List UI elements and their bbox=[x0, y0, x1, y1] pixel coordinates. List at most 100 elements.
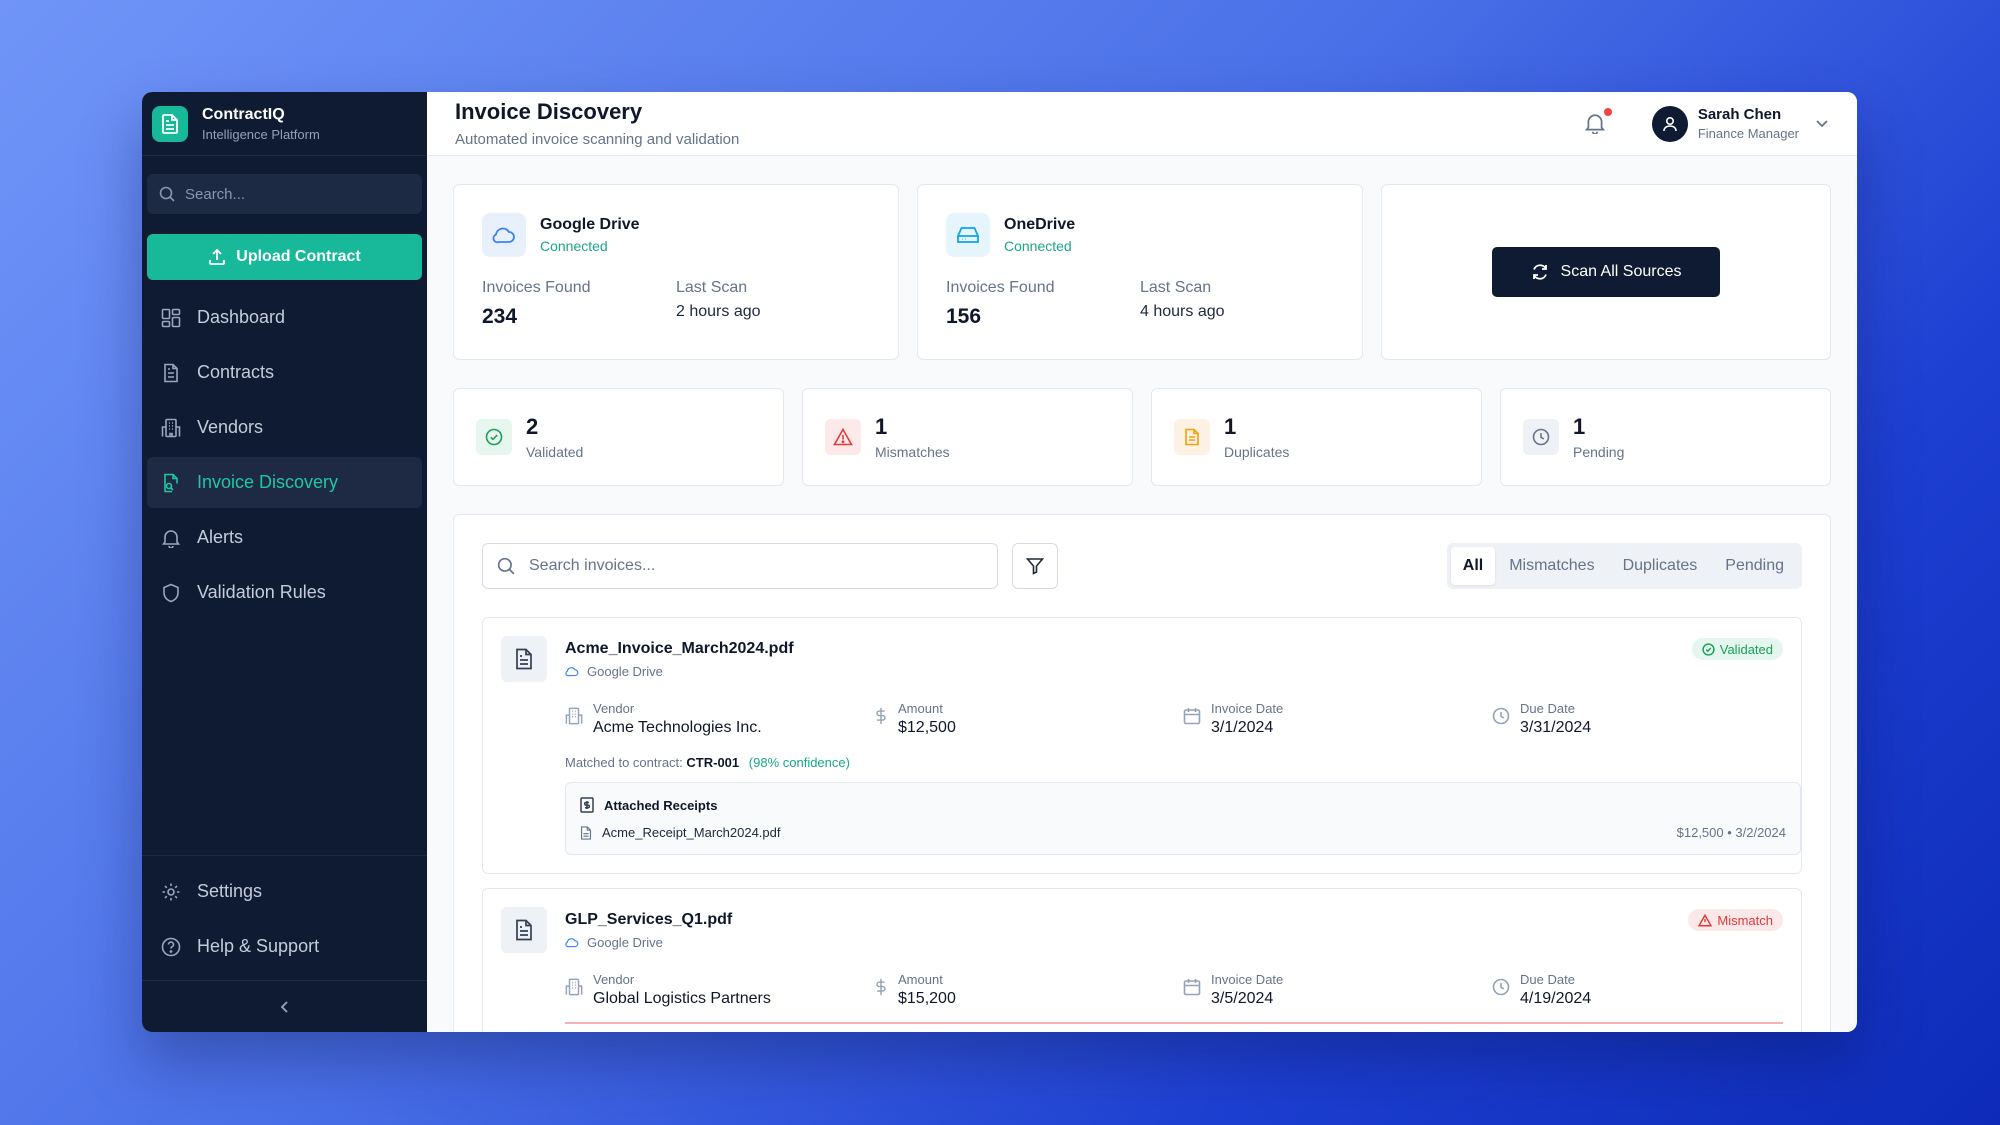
document-icon bbox=[164, 363, 178, 382]
sidebar-item-label: Validation Rules bbox=[197, 582, 326, 602]
tab-mismatches[interactable]: Mismatches bbox=[1495, 547, 1608, 585]
due-date-label: Due Date bbox=[1520, 972, 1575, 987]
summary-pending[interactable]: 1 Pending bbox=[1500, 388, 1831, 486]
bell-icon bbox=[1584, 113, 1605, 135]
invoice-date-label: Invoice Date bbox=[1211, 701, 1284, 716]
chevron-down-icon[interactable] bbox=[1815, 119, 1829, 129]
sidebar-item-vendors[interactable]: Vendors bbox=[147, 402, 422, 453]
scan-card: Scan All Sources bbox=[1381, 184, 1831, 360]
notifications-button[interactable] bbox=[1584, 107, 1612, 136]
contract-id[interactable]: CTR-001 bbox=[686, 755, 739, 770]
sidebar-item-label: Contracts bbox=[197, 362, 275, 382]
brand[interactable]: ContractIQ Intelligence Platform bbox=[142, 92, 427, 156]
building-icon bbox=[565, 978, 583, 996]
sidebar: ContractIQ Intelligence Platform Search.… bbox=[142, 92, 427, 1032]
app-window: ContractIQ Intelligence Platform Search.… bbox=[142, 92, 1857, 1032]
amount-value: $15,200 bbox=[898, 990, 956, 1007]
sidebar-item-help-support[interactable]: Help & Support bbox=[147, 921, 422, 972]
invoices-found-value: 234 bbox=[482, 305, 518, 328]
source-name: OneDrive bbox=[1004, 216, 1076, 233]
mismatch-divider bbox=[565, 1022, 1783, 1024]
clock-icon bbox=[1523, 419, 1559, 455]
file-search-icon bbox=[164, 473, 178, 492]
vendor-label: Vendor bbox=[593, 701, 635, 716]
invoice-card[interactable]: Validated Acme_Invoice_March2024.pdf Goo… bbox=[482, 617, 1802, 874]
filter-button[interactable] bbox=[1012, 543, 1058, 589]
last-scan-label: Last Scan bbox=[676, 279, 748, 296]
status-badge-label: Validated bbox=[1719, 641, 1773, 657]
receipt-meta: $12,500 • 3/2/2024 bbox=[1676, 825, 1786, 840]
shield-icon bbox=[163, 583, 179, 602]
invoice-card[interactable]: Mismatch GLP_Services_Q1.pdf Google Driv… bbox=[482, 888, 1802, 1032]
status-badge-label: Mismatch bbox=[1717, 912, 1773, 928]
sidebar-item-invoice-discovery[interactable]: Invoice Discovery bbox=[147, 457, 422, 508]
sidebar-search-input[interactable]: Search... bbox=[147, 174, 422, 214]
page-title: Invoice Discovery bbox=[455, 99, 643, 124]
due-date-value: 4/19/2024 bbox=[1520, 990, 1592, 1007]
summary-mismatches[interactable]: 1 Mismatches bbox=[802, 388, 1133, 486]
calendar-icon bbox=[1183, 979, 1201, 996]
sidebar-item-contracts[interactable]: Contracts bbox=[147, 347, 422, 398]
invoice-source: Google Drive bbox=[587, 664, 663, 679]
help-icon bbox=[161, 937, 181, 956]
invoice-file-name[interactable]: GLP_Services_Q1.pdf bbox=[565, 911, 1801, 929]
match-prefix: Matched to contract: bbox=[565, 755, 683, 770]
invoice-date-label: Invoice Date bbox=[1211, 972, 1284, 987]
sidebar-item-settings[interactable]: Settings bbox=[147, 866, 422, 917]
amount-label: Amount bbox=[898, 972, 943, 987]
invoice-date-value: 3/5/2024 bbox=[1211, 990, 1274, 1007]
tab-all[interactable]: All bbox=[1450, 547, 1496, 585]
sidebar-item-validation-rules[interactable]: Validation Rules bbox=[147, 567, 422, 618]
invoice-file-name[interactable]: Acme_Invoice_March2024.pdf bbox=[565, 640, 1801, 658]
tab-pending[interactable]: Pending bbox=[1711, 547, 1798, 585]
refresh-icon bbox=[1532, 264, 1547, 280]
invoice-search-input[interactable]: Search invoices... bbox=[482, 543, 998, 589]
vendor-value: Acme Technologies Inc. bbox=[593, 719, 762, 736]
amount-value: $12,500 bbox=[898, 719, 956, 736]
brand-logo-icon bbox=[152, 105, 188, 142]
receipts-title: Attached Receipts bbox=[604, 797, 718, 813]
last-scan-value: 4 hours ago bbox=[1140, 303, 1225, 320]
avatar[interactable] bbox=[1651, 105, 1688, 142]
tab-duplicates[interactable]: Duplicates bbox=[1609, 547, 1712, 585]
receipt-row[interactable]: Acme_Receipt_March2024.pdf $12,500 • 3/2… bbox=[580, 825, 1786, 840]
contract-match: Matched to contract: CTR-001 (98% confid… bbox=[565, 755, 1801, 770]
receipt-file-name: Acme_Receipt_March2024.pdf bbox=[602, 825, 781, 840]
due-date-label: Due Date bbox=[1520, 701, 1575, 716]
sidebar-nav: Dashboard Contracts Vendors Invoice Disc… bbox=[142, 292, 427, 622]
sidebar-item-label: Settings bbox=[197, 881, 263, 901]
last-scan-label: Last Scan bbox=[1140, 279, 1212, 296]
summary-duplicates[interactable]: 1 Duplicates bbox=[1151, 388, 1482, 486]
user-menu[interactable]: Sarah Chen Finance Manager bbox=[1698, 106, 1799, 141]
summary-count: 1 bbox=[1573, 414, 1586, 439]
notification-dot bbox=[1603, 107, 1612, 116]
scan-all-sources-label: Scan All Sources bbox=[1560, 263, 1682, 280]
scan-all-sources-button[interactable]: Scan All Sources bbox=[1492, 247, 1720, 297]
cloud-icon bbox=[565, 938, 579, 948]
summary-count: 2 bbox=[526, 414, 539, 439]
summary-label: Validated bbox=[526, 444, 584, 460]
receipt-icon bbox=[580, 797, 594, 813]
vendor-label: Vendor bbox=[593, 972, 635, 987]
collapse-sidebar-button[interactable] bbox=[142, 980, 427, 1032]
bell-icon bbox=[161, 529, 181, 548]
summary-label: Mismatches bbox=[875, 444, 950, 460]
upload-icon bbox=[209, 248, 226, 265]
calendar-icon bbox=[1183, 708, 1201, 725]
sidebar-item-label: Alerts bbox=[197, 527, 244, 547]
invoices-found-label: Invoices Found bbox=[946, 279, 1055, 296]
sidebar-item-dashboard[interactable]: Dashboard bbox=[147, 292, 422, 343]
amount-label: Amount bbox=[898, 701, 943, 716]
source-card-google-drive[interactable]: Google Drive Connected Invoices Found 23… bbox=[453, 184, 899, 360]
cloud-icon bbox=[565, 667, 579, 677]
last-scan-value: 2 hours ago bbox=[676, 303, 761, 320]
source-card-onedrive[interactable]: OneDrive Connected Invoices Found 156 La… bbox=[917, 184, 1363, 360]
invoice-search-placeholder: Search invoices... bbox=[529, 557, 656, 574]
duplicate-file-icon bbox=[1174, 419, 1210, 455]
upload-contract-button[interactable]: Upload Contract bbox=[147, 234, 422, 280]
file-icon bbox=[580, 825, 592, 840]
sidebar-item-alerts[interactable]: Alerts bbox=[147, 512, 422, 563]
summary-validated[interactable]: 2 Validated bbox=[453, 388, 784, 486]
sidebar-item-label: Dashboard bbox=[197, 307, 286, 327]
brand-name: ContractIQ bbox=[202, 105, 285, 123]
